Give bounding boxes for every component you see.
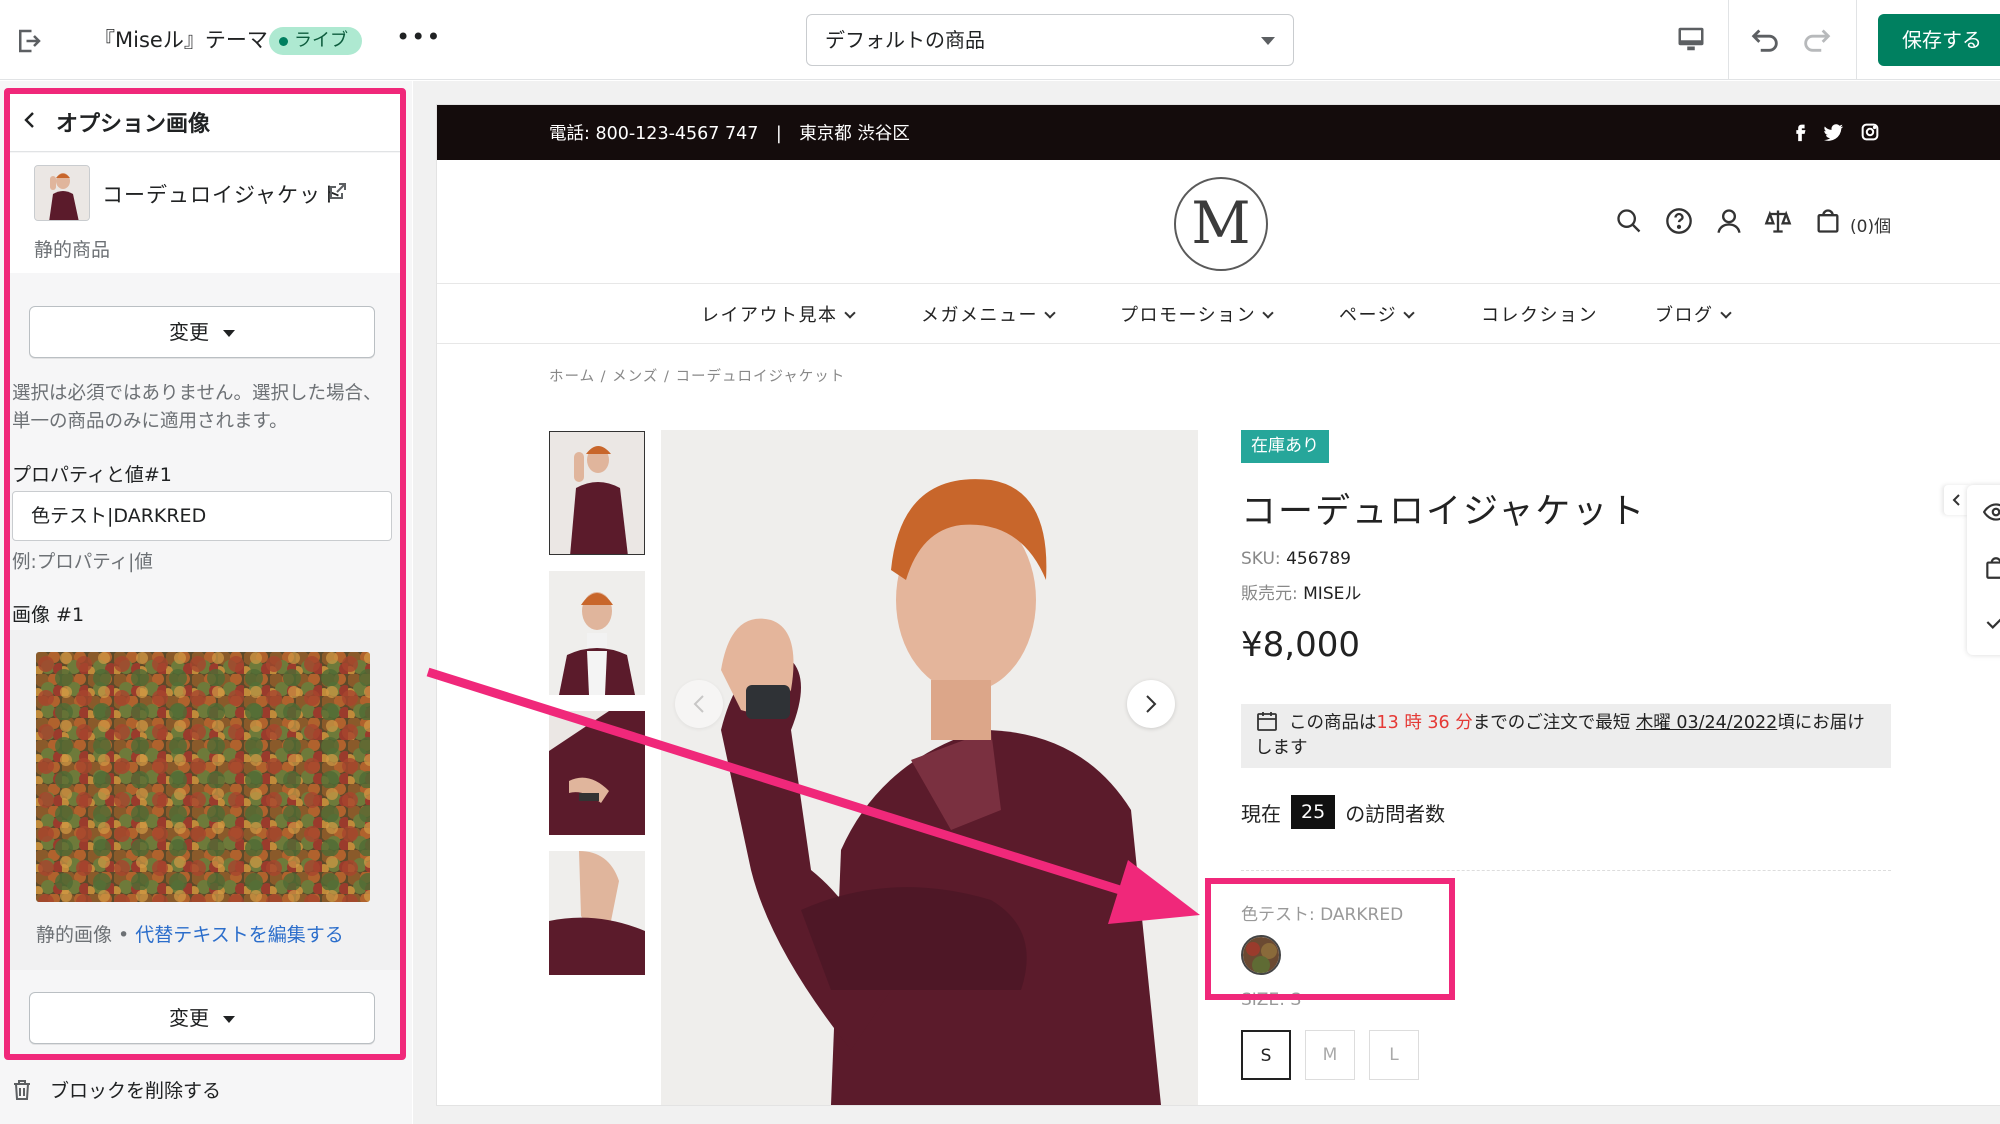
account-icon[interactable]	[1715, 207, 1743, 235]
nav-divider	[437, 343, 2000, 344]
live-dot-icon	[279, 36, 288, 46]
cart-count: (0)個	[1850, 217, 1892, 237]
change-image-button[interactable]: 変更	[29, 992, 375, 1044]
announcement-bar: 電話: 800-123-4567 747 | 東京都 渋谷区	[437, 105, 2000, 160]
instagram-icon[interactable]	[1859, 121, 1881, 143]
caret-down-icon	[223, 330, 235, 337]
nav-blog[interactable]: ブログ	[1655, 301, 1732, 327]
image-caption: 静的画像 • 代替テキストを編集する	[36, 924, 344, 946]
prev-image-button[interactable]	[675, 680, 723, 728]
save-button[interactable]: 保存する	[1878, 14, 2000, 66]
product-subtitle: 静的商品	[34, 239, 111, 261]
product-thumbnail	[34, 165, 90, 221]
help-icon[interactable]	[1665, 207, 1693, 235]
caret-down-icon	[1261, 37, 1275, 45]
check-icon[interactable]	[1983, 609, 2000, 635]
live-badge: ライブ	[269, 27, 362, 55]
property-value-input[interactable]: 色テスト|DARKRED	[12, 491, 392, 541]
product-title: コーデュロイジャケット	[1241, 492, 1647, 532]
divider	[1241, 870, 1891, 871]
trash-icon	[14, 1079, 30, 1100]
product-price: ¥8,000	[1241, 625, 1360, 665]
facebook-icon[interactable]	[1789, 121, 1811, 143]
template-select[interactable]: デフォルトの商品	[806, 14, 1294, 66]
storefront-page: 電話: 800-123-4567 747 | 東京都 渋谷区 M (0)個 レイ…	[437, 105, 2000, 1105]
delete-block-button[interactable]: ブロックを削除する	[12, 1076, 221, 1103]
chevron-down-icon	[1262, 307, 1274, 319]
color-swatch[interactable]	[1241, 935, 1281, 975]
chevron-down-icon	[843, 307, 856, 319]
product-sku: SKU: 456789	[1241, 549, 1351, 569]
product-thumbnail-2[interactable]	[549, 571, 645, 695]
sidebar-header: オプション画像	[10, 92, 400, 152]
product-thumbnail-4[interactable]	[549, 851, 645, 975]
more-actions-icon[interactable]: •••	[396, 24, 440, 54]
chevron-down-icon	[1719, 307, 1732, 319]
cart-icon[interactable]	[1814, 207, 1842, 235]
sidebar-title: オプション画像	[56, 112, 211, 137]
back-arrow-icon[interactable]	[18, 108, 42, 132]
search-icon[interactable]	[1615, 207, 1643, 235]
chevron-down-icon	[1044, 307, 1056, 319]
property-hint: 例:プロパティ|値	[12, 552, 153, 573]
nav-promotion[interactable]: プロモーション	[1120, 301, 1274, 327]
nav-pages[interactable]: ページ	[1339, 301, 1415, 327]
property-label: プロパティと値#1	[12, 464, 172, 486]
product-thumbnail-3[interactable]	[549, 711, 645, 835]
chevron-down-icon	[1403, 307, 1415, 319]
compare-icon[interactable]	[1764, 207, 1792, 235]
size-s-button[interactable]: S	[1241, 1030, 1291, 1080]
image-label: 画像 #1	[12, 604, 85, 626]
store-logo[interactable]: M	[1174, 177, 1268, 271]
nav-layout[interactable]: レイアウト見本	[701, 301, 856, 327]
visitor-count: 25	[1291, 795, 1336, 829]
next-image-button[interactable]	[1127, 680, 1175, 728]
calendar-icon	[1257, 712, 1277, 731]
delivery-estimate: この商品は13 時 36 分までのご注文で最短 木曜 03/24/2022頃にお…	[1241, 704, 1891, 768]
announcement-text: 電話: 800-123-4567 747 | 東京都 渋谷区	[549, 124, 910, 144]
external-link-icon[interactable]	[328, 181, 348, 201]
chevron-left-icon	[693, 695, 704, 713]
product-thumbnail-1[interactable]	[549, 431, 645, 555]
product-picker: コーデュロイジャケット 静的商品	[10, 153, 400, 273]
stock-badge: 在庫あり	[1241, 430, 1329, 463]
chevron-right-icon	[1146, 695, 1157, 713]
editor-topbar: 『Miseル』テーマ ライブ ••• デフォルトの商品 保存する	[0, 0, 2000, 80]
desktop-view-icon[interactable]	[1676, 24, 1706, 54]
redo-icon[interactable]	[1800, 22, 1834, 56]
caret-down-icon	[223, 1016, 235, 1023]
toolbar-divider	[1856, 0, 1857, 80]
color-option-label: 色テスト: DARKRED	[1241, 905, 1404, 925]
eye-icon[interactable]	[1983, 499, 2000, 525]
option-image[interactable]	[36, 652, 370, 902]
size-m-button[interactable]: M	[1305, 1030, 1355, 1080]
nav-divider	[437, 283, 2000, 284]
image-picker: 静的画像 • 代替テキストを編集する	[10, 630, 400, 970]
product-name: コーデュロイジャケット	[102, 183, 343, 207]
visitor-counter: 現在 25 の訪問者数	[1241, 795, 1445, 829]
nav-megamenu[interactable]: メガメニュー	[921, 301, 1056, 327]
change-product-button[interactable]: 変更	[29, 306, 375, 358]
help-text: 選択は必須ではありません。選択した場合、単一の商品のみに適用されます。	[12, 383, 382, 432]
size-l-button[interactable]: L	[1369, 1030, 1419, 1080]
product-main-image[interactable]	[661, 430, 1198, 1105]
nav-collections[interactable]: コレクション	[1481, 301, 1598, 327]
undo-icon[interactable]	[1748, 22, 1782, 56]
twitter-icon[interactable]	[1823, 121, 1845, 143]
product-vendor: 販売元: MISEル	[1241, 584, 1362, 604]
breadcrumb: ホーム / メンズ / コーデュロイジャケット	[549, 369, 846, 385]
floating-toolbar	[1967, 485, 2000, 655]
theme-preview: 電話: 800-123-4567 747 | 東京都 渋谷区 M (0)個 レイ…	[413, 81, 2000, 1124]
toolbar-divider	[1728, 0, 1729, 80]
theme-title: 『Miseル』テーマ	[94, 28, 268, 52]
edit-alt-text-link[interactable]: 代替テキストを編集する	[135, 924, 343, 946]
bag-icon[interactable]	[1983, 555, 2000, 581]
exit-icon[interactable]	[14, 26, 44, 56]
size-option-label: SIZE: S	[1241, 990, 1302, 1010]
